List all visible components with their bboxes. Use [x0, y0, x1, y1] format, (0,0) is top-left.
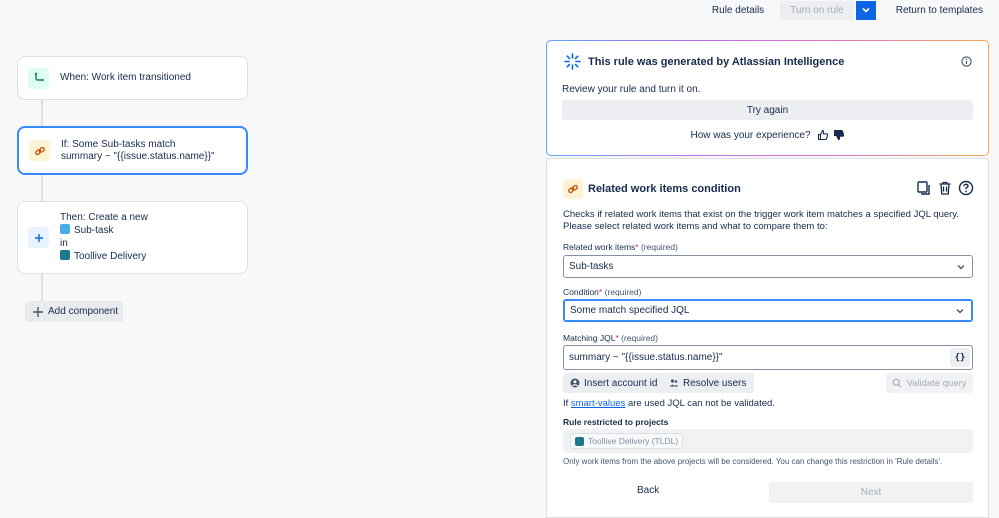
top-bar: Rule details Turn on rule Return to temp…: [702, 0, 999, 20]
chevron-down-icon: [862, 7, 870, 13]
action-card[interactable]: Then: Create a new Sub-task in Toollive …: [17, 201, 248, 274]
resolve-users-button[interactable]: Resolve users: [662, 373, 755, 393]
condition-title: Related work items condition: [588, 183, 741, 195]
trash-icon[interactable]: [937, 180, 953, 196]
next-button[interactable]: Next: [769, 482, 973, 503]
condition-line-2: summary ~ "{{issue.status.name}}": [61, 150, 215, 162]
thumbs-up-icon[interactable]: [817, 129, 829, 141]
action-in: in: [60, 237, 68, 249]
turn-on-dropdown-button[interactable]: [855, 0, 876, 20]
matching-jql-value: summary ~ "{{issue.status.name}}": [569, 352, 723, 363]
thumbs-down-icon[interactable]: [833, 129, 845, 141]
chevron-down-icon: [956, 308, 964, 313]
action-issue-type: Sub-task: [74, 225, 114, 236]
add-component-button[interactable]: Add component: [25, 301, 123, 322]
trigger-label: When: Work item transitioned: [60, 72, 191, 83]
smart-value-button[interactable]: {}: [950, 348, 970, 367]
experience-text: How was your experience?: [690, 129, 811, 141]
return-to-templates-button[interactable]: Return to templates: [882, 1, 999, 20]
action-project: Toollive Delivery: [74, 251, 147, 262]
restricted-projects-field: Toollive Delivery (TLDL): [563, 429, 973, 453]
rule-details-button[interactable]: Rule details: [702, 1, 774, 20]
subtask-icon: [60, 224, 70, 234]
chevron-down-icon: [957, 264, 965, 269]
people-icon: [669, 379, 679, 387]
link-icon: [29, 140, 50, 161]
condition-card[interactable]: If: Some Sub-tasks match summary ~ "{{is…: [17, 126, 248, 175]
insert-account-id-button[interactable]: Insert account id: [563, 373, 666, 393]
back-button[interactable]: Back: [637, 485, 659, 496]
plus-icon: [33, 306, 43, 317]
related-work-items-select[interactable]: Sub-tasks: [563, 255, 973, 278]
resolve-users-label: Resolve users: [683, 377, 747, 389]
related-work-items-value: Sub-tasks: [569, 261, 614, 272]
ai-title: This rule was generated by Atlassian Int…: [588, 56, 845, 68]
flow-connector: [41, 100, 43, 126]
condition-label: Condition* (required): [563, 287, 642, 297]
condition-config-panel: Related work items condition Checks if r…: [546, 158, 989, 518]
validate-query-label: Validate query: [906, 377, 967, 389]
condition-value: Some match specified JQL: [570, 305, 690, 316]
action-line-1: Then: Create a new: [60, 211, 148, 223]
matching-jql-label: Matching JQL* (required): [563, 333, 658, 343]
info-icon[interactable]: [961, 56, 972, 67]
smart-values-note: If smart-values are used JQL can not be …: [563, 398, 775, 409]
project-chip-label: Toollive Delivery (TLDL): [588, 436, 679, 446]
related-work-items-label: Related work items* (required): [563, 242, 678, 252]
try-again-button[interactable]: Try again: [562, 100, 973, 120]
condition-select[interactable]: Some match specified JQL: [563, 299, 973, 322]
insert-account-id-label: Insert account id: [584, 377, 658, 389]
atlassian-intelligence-icon: [564, 53, 581, 70]
help-icon[interactable]: [958, 180, 974, 196]
project-icon: [575, 436, 584, 446]
flow-connector: [41, 274, 43, 301]
ai-generated-panel: This rule was generated by Atlassian Int…: [546, 40, 989, 156]
project-icon: [60, 250, 70, 260]
matching-jql-input[interactable]: summary ~ "{{issue.status.name}}" {}: [563, 345, 973, 370]
user-icon: [570, 378, 580, 388]
search-icon: [893, 378, 902, 388]
smart-values-link[interactable]: smart-values: [571, 398, 625, 409]
duplicate-icon[interactable]: [916, 180, 932, 196]
trigger-card[interactable]: When: Work item transitioned: [17, 56, 248, 100]
link-icon: [563, 179, 583, 199]
trigger-icon: [28, 67, 49, 89]
plus-icon: [28, 227, 49, 248]
flow-connector: [41, 175, 43, 201]
restricted-projects-label: Rule restricted to projects: [563, 417, 669, 427]
condition-line-1: If: Some Sub-tasks match: [61, 138, 176, 150]
ai-review-text: Review your rule and turn it on.: [562, 84, 701, 95]
condition-description: Checks if related work items that exist …: [563, 209, 959, 232]
turn-on-rule-button[interactable]: Turn on rule: [780, 0, 854, 20]
restriction-note: Only work items from the above projects …: [563, 457, 943, 466]
project-chip: Toollive Delivery (TLDL): [570, 433, 684, 449]
add-component-label: Add component: [48, 306, 119, 317]
validate-query-button[interactable]: Validate query: [886, 373, 973, 393]
